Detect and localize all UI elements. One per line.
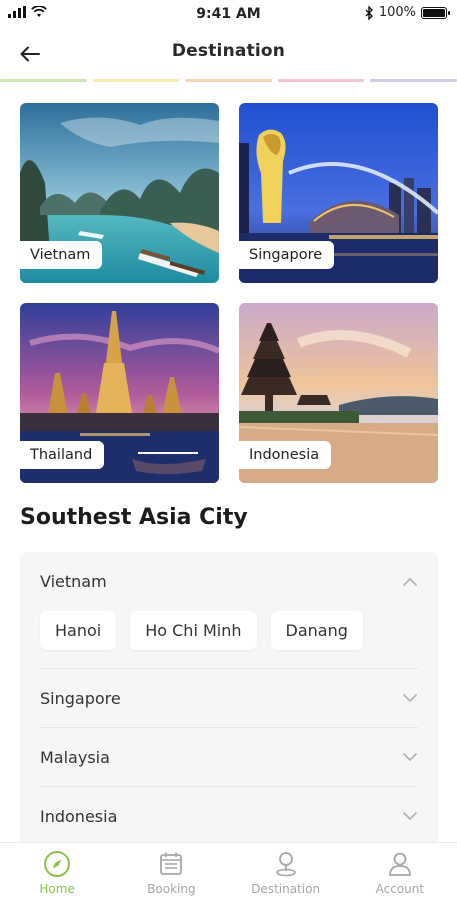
accordion-header-vietnam[interactable]: Vietnam: [40, 552, 418, 610]
accordion-label: Vietnam: [40, 571, 107, 591]
country-accordion: Vietnam Hanoi Ho Chi Minh Danang Singapo…: [20, 552, 438, 852]
accordion-header-singapore[interactable]: Singapore: [40, 669, 418, 727]
chevron-down-icon: [402, 690, 418, 706]
header-color-strip: [0, 79, 457, 82]
nav-label: Account: [375, 882, 425, 896]
accordion-header-malaysia[interactable]: Malaysia: [40, 728, 418, 786]
destination-card-vietnam[interactable]: Vietnam: [20, 103, 219, 283]
city-chip-hanoi[interactable]: Hanoi: [40, 611, 117, 650]
destination-card-indonesia[interactable]: Indonesia: [239, 303, 438, 483]
city-chip-danang[interactable]: Danang: [270, 611, 363, 650]
chevron-up-icon: [402, 573, 418, 589]
battery-percent: 100%: [378, 5, 416, 20]
accordion-item-vietnam: Vietnam Hanoi Ho Chi Minh Danang: [40, 552, 418, 669]
calendar-icon: [157, 850, 185, 878]
nav-account[interactable]: Account: [343, 843, 457, 900]
destination-card-label: Indonesia: [239, 441, 332, 469]
status-right: 100%: [365, 5, 450, 20]
chevron-down-icon: [402, 808, 418, 824]
header: Destination: [0, 30, 457, 78]
nav-label: Booking: [147, 882, 196, 896]
city-chip-ho-chi-minh[interactable]: Ho Chi Minh: [130, 611, 257, 650]
status-bar: 9:41 AM 100%: [0, 0, 457, 28]
battery-icon: [421, 6, 450, 19]
destination-card-label: Singapore: [239, 241, 335, 269]
chevron-down-icon: [402, 749, 418, 765]
accordion-label: Singapore: [40, 688, 121, 708]
nav-destination[interactable]: Destination: [229, 843, 343, 900]
strip-segment: [370, 79, 457, 82]
strip-segment: [92, 79, 180, 82]
page-title: Destination: [171, 41, 286, 61]
destination-card-singapore[interactable]: Singapore: [239, 103, 438, 283]
bluetooth-icon: [365, 5, 373, 20]
bottom-nav: Home Booking Destination Account: [0, 842, 457, 900]
accordion-label: Malaysia: [40, 747, 110, 767]
accordion-label: Indonesia: [40, 806, 118, 826]
destination-grid: Vietnam Singapore Thailand Indonesia: [20, 103, 438, 483]
accordion-item-indonesia: Indonesia: [40, 787, 418, 845]
compass-icon: [43, 850, 71, 878]
nav-label: Destination: [251, 882, 321, 896]
accordion-item-singapore: Singapore: [40, 669, 418, 728]
strip-segment: [185, 79, 272, 82]
section-title: Southest Asia City: [20, 505, 248, 530]
nav-home[interactable]: Home: [0, 843, 114, 900]
strip-segment: [0, 79, 87, 82]
destination-card-label: Thailand: [20, 441, 105, 469]
user-icon: [386, 850, 414, 878]
accordion-item-malaysia: Malaysia: [40, 728, 418, 787]
accordion-header-indonesia[interactable]: Indonesia: [40, 787, 418, 845]
nav-label: Home: [39, 882, 75, 896]
location-pin-icon: [272, 850, 300, 878]
destination-card-thailand[interactable]: Thailand: [20, 303, 219, 483]
destination-card-label: Vietnam: [20, 241, 103, 269]
strip-segment: [277, 79, 365, 82]
nav-booking[interactable]: Booking: [114, 843, 228, 900]
city-chip-list: Hanoi Ho Chi Minh Danang: [40, 610, 418, 668]
